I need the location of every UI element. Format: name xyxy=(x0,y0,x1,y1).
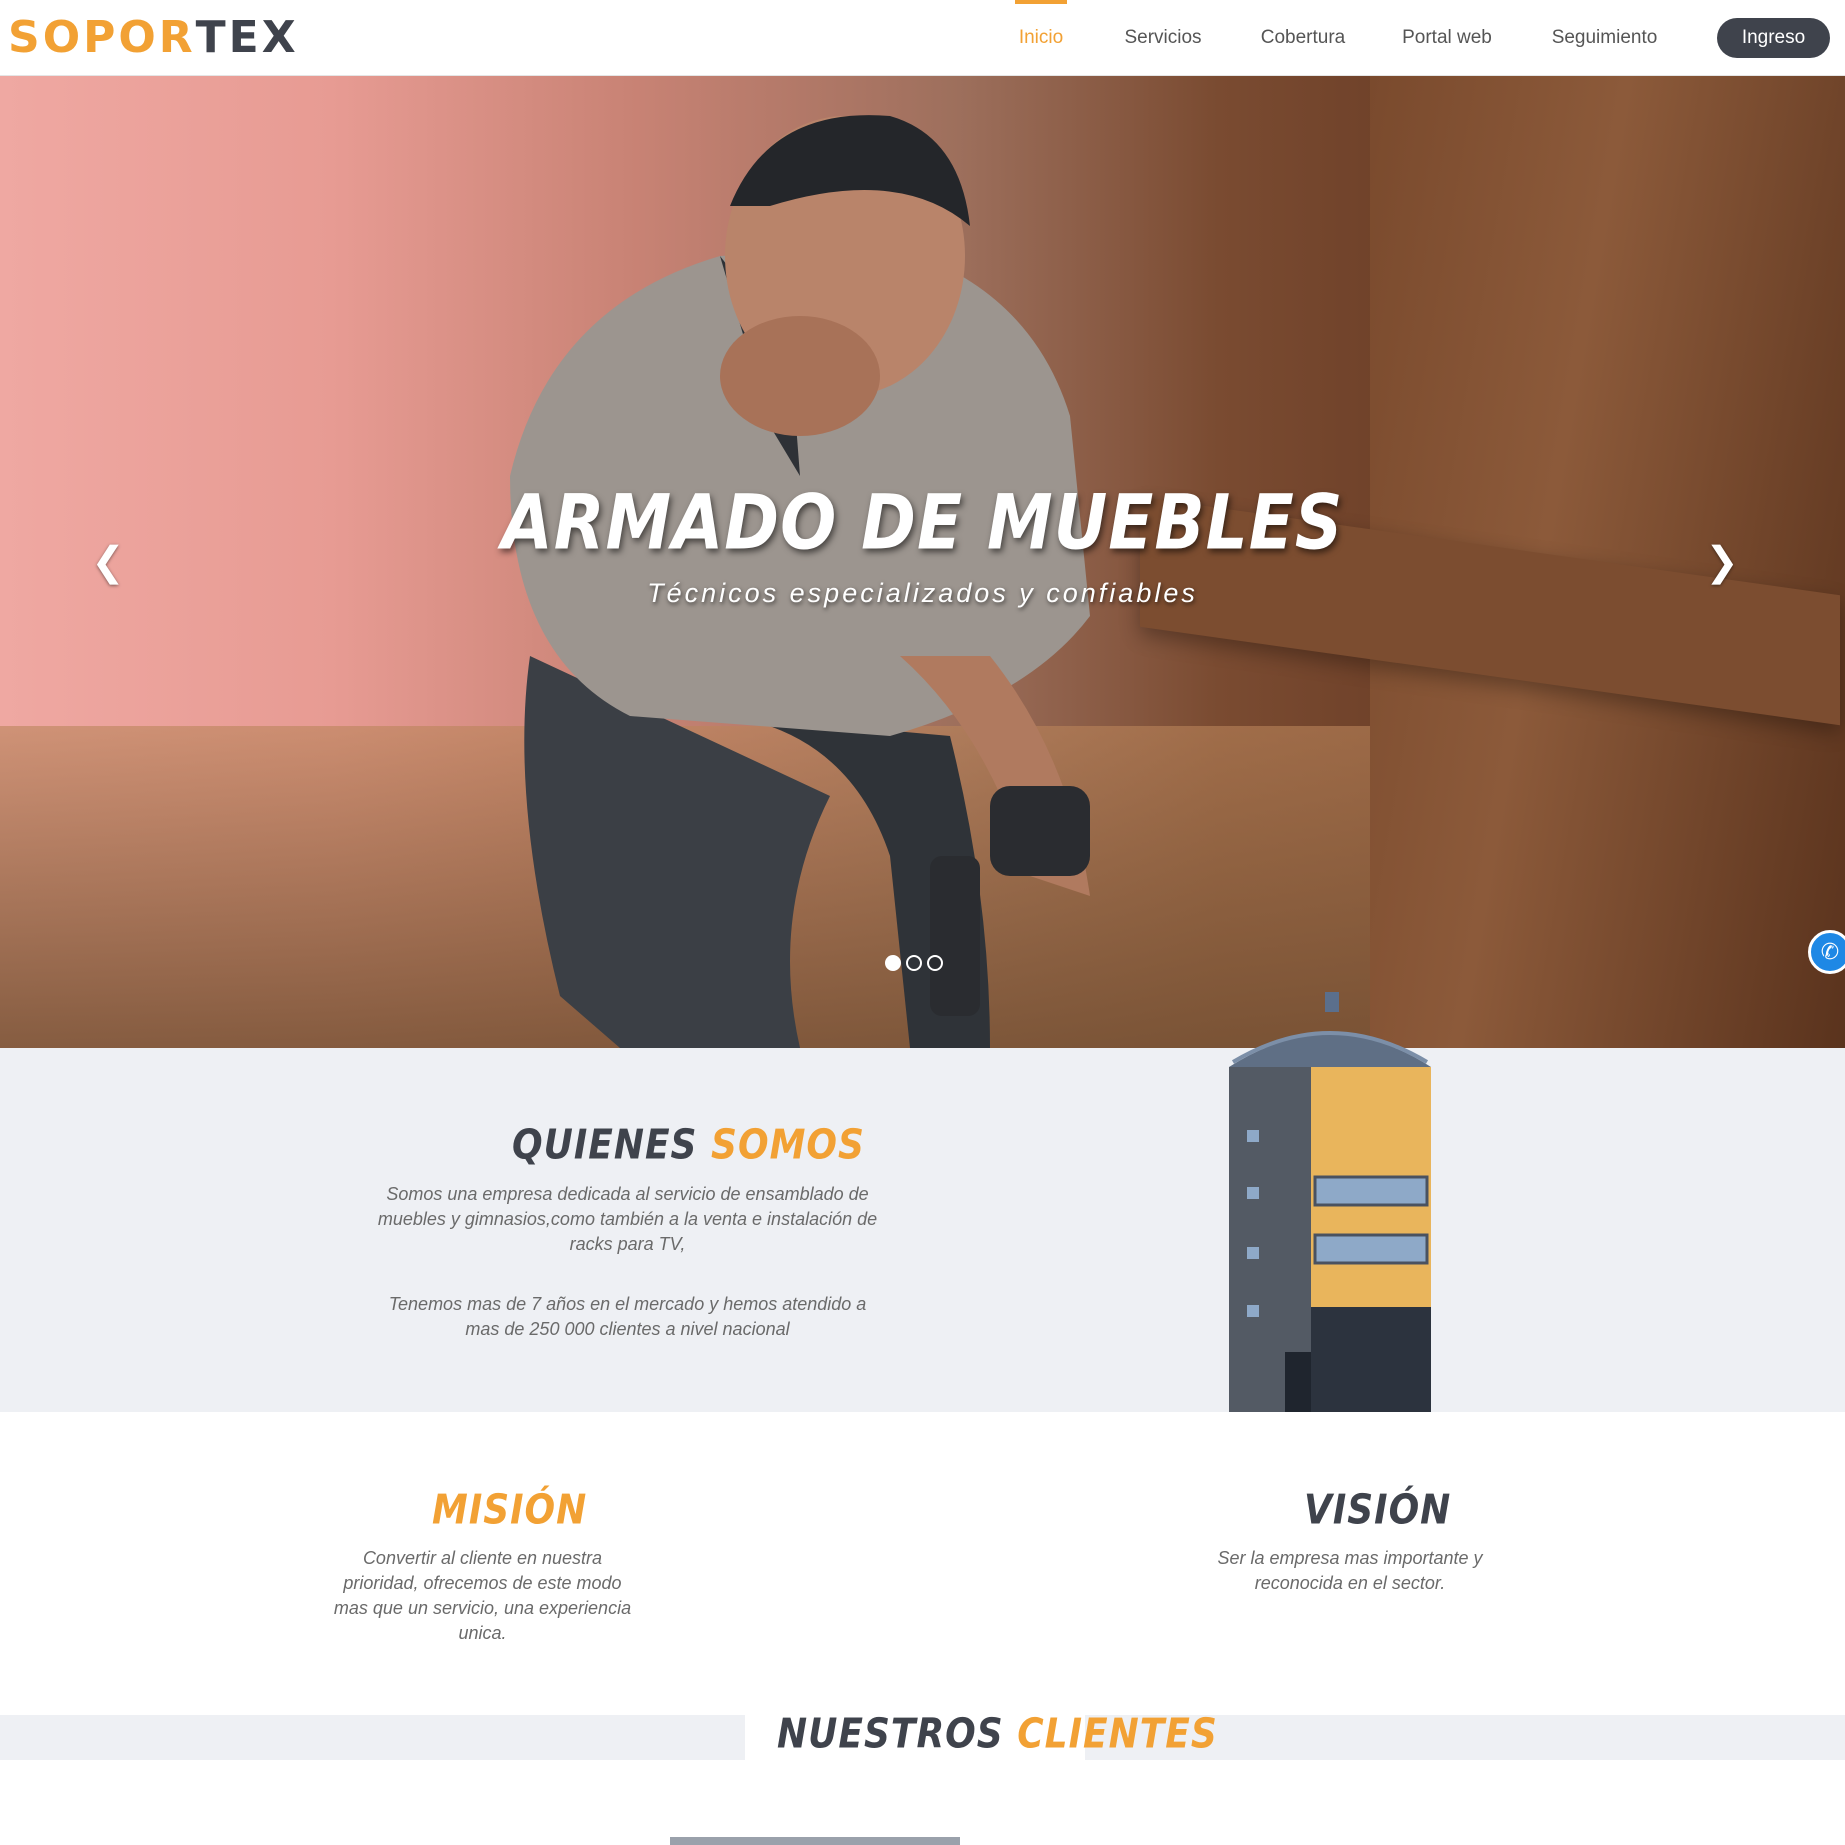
nav-item-portal-web[interactable]: Portal web xyxy=(1402,0,1492,76)
about-title: QUIENES SOMOS xyxy=(512,1122,865,1169)
mission-text: Convertir al cliente en nuestra priorida… xyxy=(333,1548,632,1643)
mission-title: MISIÓN xyxy=(432,1486,588,1535)
nav-item-servicios[interactable]: Servicios xyxy=(1122,0,1204,76)
carousel-prev-button[interactable]: ❮ xyxy=(88,542,128,582)
about-title-part2: SOMOS xyxy=(711,1121,865,1170)
about-section xyxy=(0,1048,1845,1412)
logo-part1: SOPOR xyxy=(8,11,196,63)
about-title-part1: QUIENES xyxy=(512,1121,698,1170)
hero-carousel: ARMADO DE MUEBLES Técnicos especializado… xyxy=(0,76,1845,1048)
hero-technician-image xyxy=(510,115,1090,1048)
vision-title: VISIÓN xyxy=(1304,1486,1452,1535)
carousel-indicators xyxy=(885,955,943,971)
carousel-next-button[interactable]: ❯ xyxy=(1702,542,1742,582)
login-button[interactable]: Ingreso xyxy=(1717,18,1830,58)
phone-contact-icon[interactable]: ✆ xyxy=(1808,930,1845,974)
client-logo-placeholder xyxy=(670,1837,960,1845)
about-paragraph-2: Tenemos mas de 7 años en el mercado y he… xyxy=(388,1294,867,1339)
chevron-right-icon: ❯ xyxy=(1705,540,1739,584)
clients-title: NUESTROS CLIENTES xyxy=(777,1711,1218,1758)
nav-item-cobertura[interactable]: Cobertura xyxy=(1259,0,1347,76)
carousel-dot-3[interactable] xyxy=(927,955,943,971)
site-header: SOPOR TEX Inicio Servicios Cobertura Port… xyxy=(0,0,1845,76)
carousel-dot-1[interactable] xyxy=(885,955,901,971)
chevron-left-icon: ❮ xyxy=(91,540,125,584)
hero-title: ARMADO DE MUEBLES xyxy=(501,478,1344,567)
hero-subtitle: Técnicos especializados y confiables xyxy=(647,578,1198,608)
vision-text: Ser la empresa mas importante y reconoci… xyxy=(1217,1548,1483,1593)
carousel-dot-2[interactable] xyxy=(906,955,922,971)
about-paragraph-1: Somos una empresa dedicada al servicio d… xyxy=(377,1184,878,1254)
clients-title-part1: NUESTROS xyxy=(777,1710,1004,1759)
mission-vision-section xyxy=(0,1412,1845,1715)
nav-item-inicio[interactable]: Inicio xyxy=(1015,0,1067,76)
nav-item-seguimiento[interactable]: Seguimiento xyxy=(1547,0,1662,76)
soportex-logo[interactable]: SOPOR TEX xyxy=(8,11,299,63)
clients-title-part2: CLIENTES xyxy=(1017,1710,1218,1759)
company-building-image xyxy=(1229,992,1431,1412)
logo-part2: TEX xyxy=(195,11,299,63)
